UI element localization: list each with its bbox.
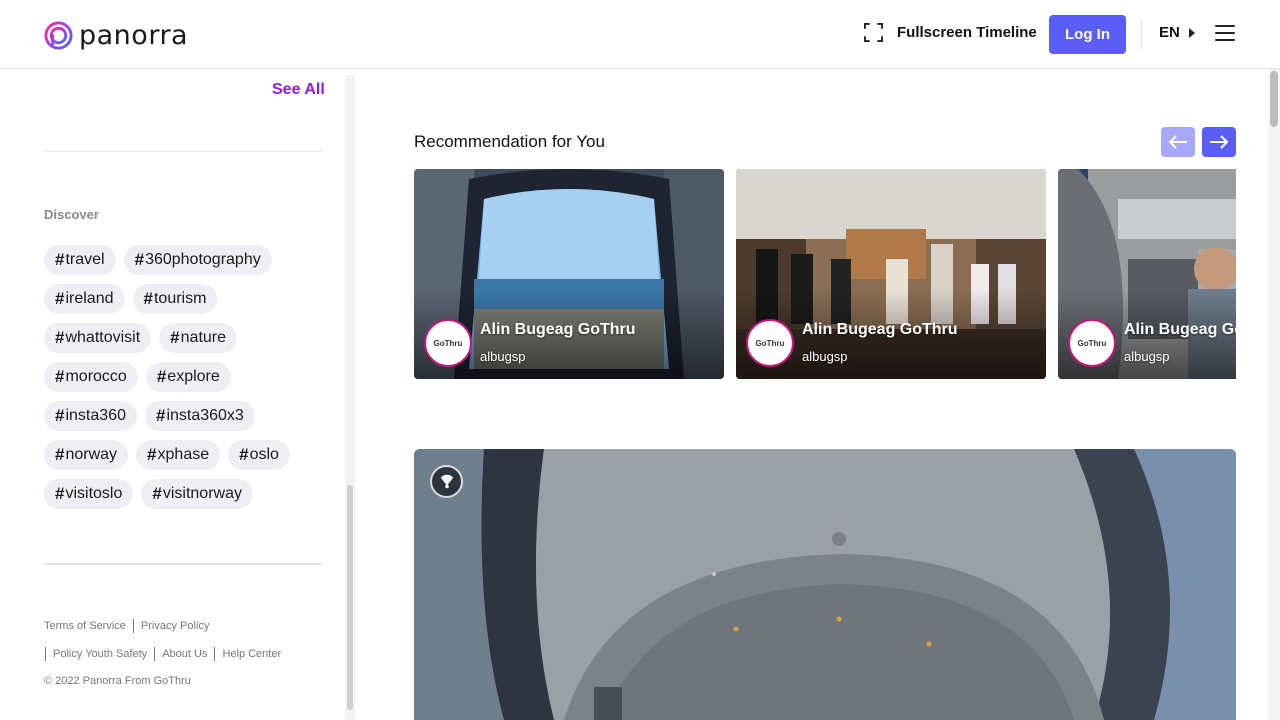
author-name[interactable]: Alin Bugeag GoThru xyxy=(1124,321,1236,339)
hashtag-chip[interactable]: #360photography xyxy=(123,245,272,275)
hashtag-chip[interactable]: # visitnorway xyxy=(141,479,253,509)
author-name[interactable]: Alin Bugeag GoThru xyxy=(480,321,636,339)
section-title: Recommendation for You xyxy=(414,132,605,151)
youth-safety-link[interactable]: Policy Youth Safety xyxy=(53,648,147,660)
privacy-link[interactable]: Privacy Policy xyxy=(141,620,209,632)
carousel-prev-button[interactable] xyxy=(1161,127,1195,157)
hashtag-chip[interactable]: # nature xyxy=(159,323,238,353)
sidebar-divider xyxy=(44,151,322,152)
copyright: © 2022 Panorra From GoThru xyxy=(44,675,191,687)
tag-row: # ireland # tourism xyxy=(44,284,324,314)
hashtag-chip[interactable]: # whattovisit xyxy=(44,323,152,353)
hashtag-chip[interactable]: # visitoslo xyxy=(44,479,134,509)
tag-row: # norway # xphase # oslo xyxy=(44,440,324,470)
tag-row: # morocco # explore xyxy=(44,362,324,392)
caret-right-icon xyxy=(1188,27,1195,38)
hashtag-chip[interactable]: # explore xyxy=(145,362,231,392)
fullscreen-icon xyxy=(864,23,883,42)
recommendation-card[interactable]: GoThru Alin Bugeag GoThru albugsp xyxy=(1058,169,1236,379)
arrow-right-icon xyxy=(1210,135,1229,149)
page-scrollbar-thumb[interactable] xyxy=(1270,71,1278,127)
arrow-left-icon xyxy=(1168,135,1187,149)
tag-row: # travel #360photography xyxy=(44,245,324,275)
author-avatar[interactable]: GoThru xyxy=(424,319,472,367)
help-center-link[interactable]: Help Center xyxy=(222,648,281,660)
hashtag-chip[interactable]: # insta360x3 xyxy=(144,401,255,431)
separator xyxy=(132,619,134,633)
discover-heading: Discover xyxy=(44,207,99,222)
panorama-viewer[interactable] xyxy=(414,449,1236,720)
separator xyxy=(45,647,46,661)
recommendation-card[interactable]: GoThru Alin Bugeag GoThru albugsp xyxy=(736,169,1046,379)
page-scrollbar[interactable] xyxy=(1268,69,1280,720)
login-button[interactable]: Log In xyxy=(1049,15,1126,54)
sidebar-scrollbar-thumb[interactable] xyxy=(347,485,353,710)
author-name[interactable]: Alin Bugeag GoThru xyxy=(802,321,958,339)
separator xyxy=(214,647,216,661)
compass-icon[interactable] xyxy=(430,465,463,498)
hashtag-chip[interactable]: # travel xyxy=(44,245,116,275)
sidebar: See All Discover # travel #360photography… xyxy=(0,69,345,720)
recommendation-card[interactable]: GoThru Alin Bugeag GoThru albugsp xyxy=(414,169,724,379)
fullscreen-timeline-label: Fullscreen Timeline xyxy=(897,24,1037,41)
author-handle: albugsp xyxy=(480,349,526,364)
hashtag-chip[interactable]: # tourism xyxy=(132,284,218,314)
hashtag-chip[interactable]: # ireland xyxy=(44,284,125,314)
sidebar-divider xyxy=(44,563,322,565)
tag-row: # whattovisit # nature xyxy=(44,323,324,353)
hashtag-chip[interactable]: # morocco xyxy=(44,362,138,392)
panorama-scene xyxy=(414,449,1236,720)
separator xyxy=(154,647,156,661)
author-handle: albugsp xyxy=(1124,349,1170,364)
see-all-link[interactable]: See All xyxy=(272,81,325,99)
tag-row: # visitoslo # visitnorway xyxy=(44,479,324,509)
author-handle: albugsp xyxy=(802,349,848,364)
author-avatar[interactable]: GoThru xyxy=(1068,319,1116,367)
recommendation-carousel: GoThru Alin Bugeag GoThru albugsp GoThru… xyxy=(414,169,1236,379)
footer-links: Terms of Service Privacy Policy Policy Y… xyxy=(44,619,281,687)
language-selector[interactable]: EN xyxy=(1159,24,1196,41)
hashtag-chip[interactable]: # norway xyxy=(44,440,129,470)
panorra-logo-icon xyxy=(44,21,73,50)
hashtag-chip[interactable]: # xphase xyxy=(136,440,221,470)
fullscreen-timeline-button[interactable]: Fullscreen Timeline xyxy=(864,23,1037,42)
sidebar-scrollbar[interactable] xyxy=(345,75,355,720)
panorra-logo[interactable]: panorra xyxy=(44,20,188,51)
terms-link[interactable]: Terms of Service xyxy=(44,620,126,632)
carousel-next-button[interactable] xyxy=(1202,127,1236,157)
hashtag-chip[interactable]: # oslo xyxy=(228,440,290,470)
hashtag-list: # travel #360photography # ireland # touris… xyxy=(44,245,324,518)
tag-row: # insta360 # insta360x3 xyxy=(44,401,324,431)
language-code: EN xyxy=(1159,24,1180,41)
top-header: panorra Fullscreen Timeline Log In EN xyxy=(0,0,1280,69)
about-link[interactable]: About Us xyxy=(162,648,207,660)
hamburger-menu-icon[interactable] xyxy=(1215,25,1235,41)
logo-text: panorra xyxy=(79,20,189,51)
header-divider xyxy=(1141,19,1142,51)
hashtag-chip[interactable]: # insta360 xyxy=(44,401,137,431)
author-avatar[interactable]: GoThru xyxy=(746,319,794,367)
